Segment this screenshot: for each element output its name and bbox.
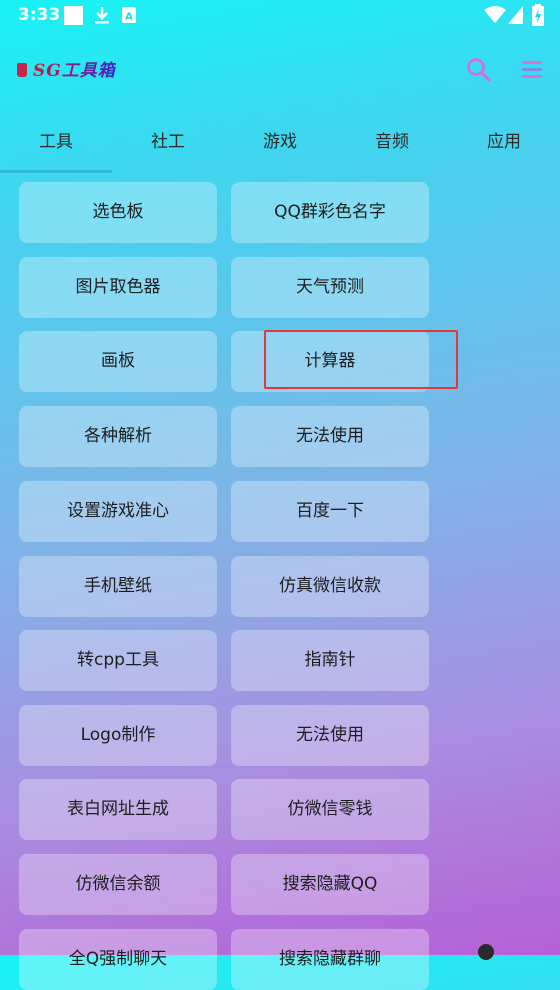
tool-compass-button[interactable]: 指南针 <box>231 630 429 691</box>
tool-qq-group-color-name-button[interactable]: QQ群彩色名字 <box>231 182 429 243</box>
tool-game-crosshair-button[interactable]: 设置游戏准心 <box>19 481 217 542</box>
tool-fake-wechat-payment-button[interactable]: 仿真微信收款 <box>231 556 429 617</box>
tool-force-chat-button[interactable]: 全Q强制聊天 <box>19 929 217 990</box>
tool-grid: 选色板 QQ群彩色名字 图片取色器 天气预测 画板 计算器 各种解析 无法使用 … <box>0 0 560 990</box>
tool-unavailable-2-button[interactable]: 无法使用 <box>231 705 429 766</box>
tool-logo-maker-button[interactable]: Logo制作 <box>19 705 217 766</box>
tool-baidu-search-button[interactable]: 百度一下 <box>231 481 429 542</box>
tool-fake-wechat-change-button[interactable]: 仿微信零钱 <box>231 779 429 840</box>
tool-various-parse-button[interactable]: 各种解析 <box>19 406 217 467</box>
tool-wallpaper-button[interactable]: 手机壁纸 <box>19 556 217 617</box>
tool-fake-wechat-balance-button[interactable]: 仿微信余额 <box>19 854 217 915</box>
tool-color-picker-button[interactable]: 选色板 <box>19 182 217 243</box>
tool-search-hidden-group-button[interactable]: 搜索隐藏群聊 <box>231 929 429 990</box>
tool-cpp-converter-button[interactable]: 转cpp工具 <box>19 630 217 691</box>
tool-image-color-picker-button[interactable]: 图片取色器 <box>19 257 217 318</box>
tool-weather-forecast-button[interactable]: 天气预测 <box>231 257 429 318</box>
tool-unavailable-button[interactable]: 无法使用 <box>231 406 429 467</box>
tool-drawing-board-button[interactable]: 画板 <box>19 331 217 392</box>
tool-search-hidden-qq-button[interactable]: 搜索隐藏QQ <box>231 854 429 915</box>
selection-highlight-box <box>264 330 458 389</box>
floating-dot[interactable] <box>478 944 494 960</box>
tool-love-url-generator-button[interactable]: 表白网址生成 <box>19 779 217 840</box>
